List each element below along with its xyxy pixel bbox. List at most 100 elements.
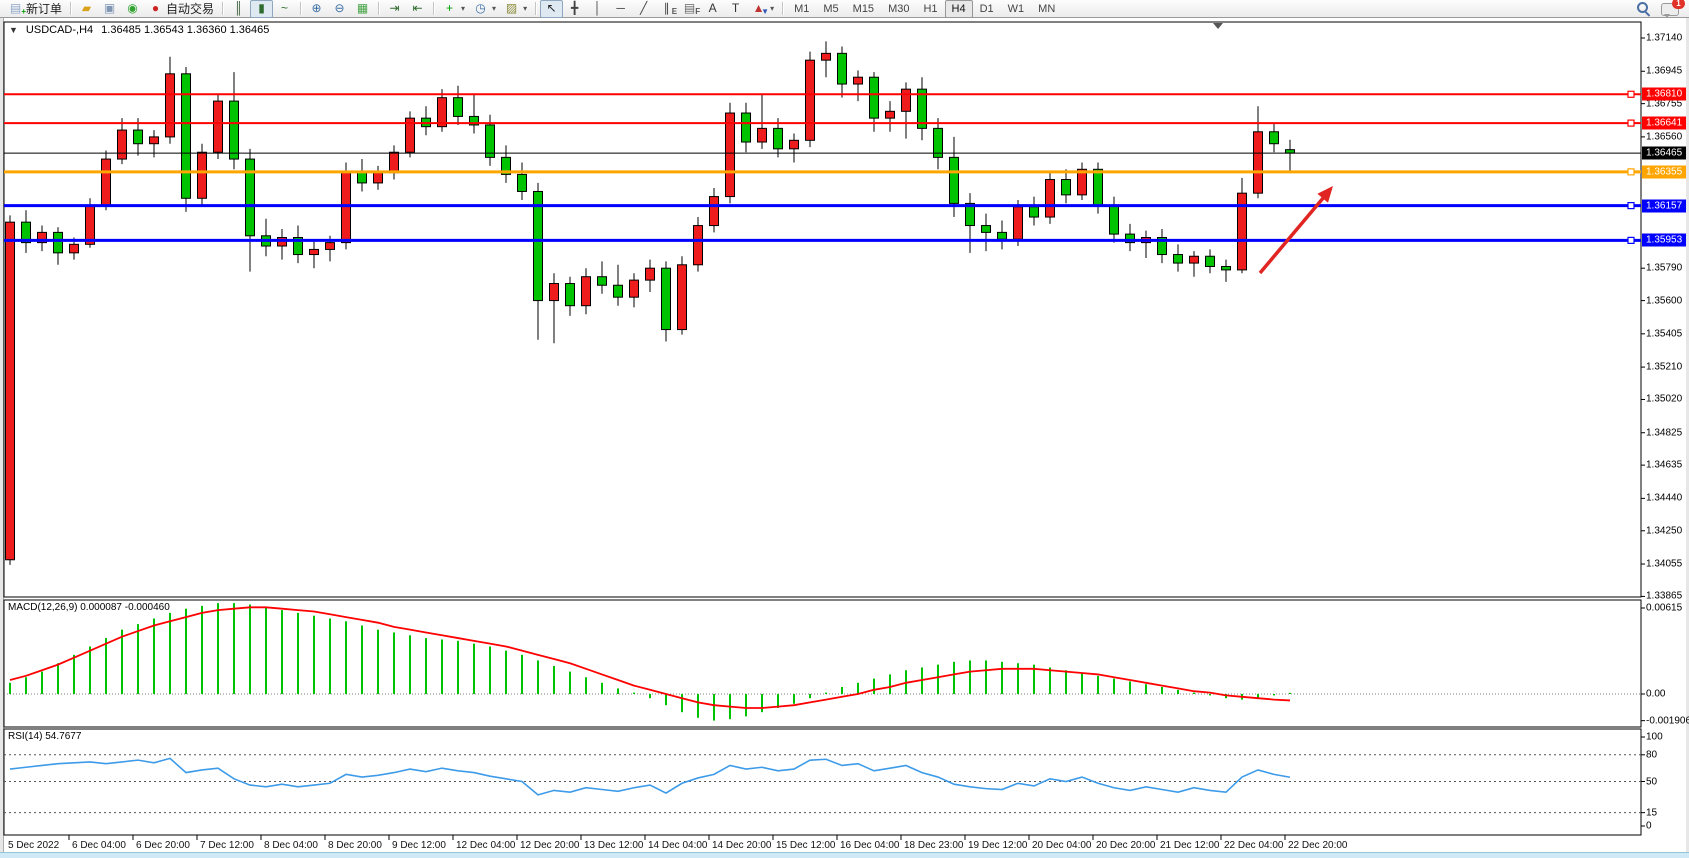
candle-body [1222, 266, 1231, 269]
candle-body [678, 265, 687, 330]
time-axis-label: 20 Dec 04:00 [1032, 840, 1092, 851]
candle-body [534, 191, 543, 300]
candle-body [902, 89, 911, 111]
time-axis-label: 12 Dec 20:00 [520, 840, 580, 851]
candle-body [518, 174, 527, 191]
candle-body [214, 101, 223, 152]
price-level-tag: 1.36641 [1642, 117, 1686, 130]
time-axis-label: 21 Dec 12:00 [1160, 840, 1220, 851]
candle-body [230, 101, 239, 159]
candle-body [694, 226, 703, 265]
candle-body [998, 232, 1007, 239]
candle-body [1110, 205, 1119, 234]
candle-body [646, 268, 655, 280]
price-axis-label: 1.33865 [1646, 591, 1682, 602]
chart-canvas[interactable] [0, 0, 1689, 858]
candle-body [182, 74, 191, 198]
macd-axis-label: 0.00 [1646, 689, 1665, 700]
price-axis-label: 1.35790 [1646, 263, 1682, 274]
candle-body [1286, 150, 1295, 153]
candle-body [870, 77, 879, 118]
candle-body [54, 232, 63, 252]
candle-body [1206, 256, 1215, 266]
chart-symbol-period: USDCAD-,H4 [26, 24, 93, 36]
chart-expander-icon[interactable]: ▼ [9, 25, 18, 35]
candle-body [710, 197, 719, 226]
rsi-label: RSI(14) 54.7677 [8, 731, 81, 742]
macd-label: MACD(12,26,9) 0.000087 -0.000460 [8, 602, 170, 613]
time-axis-label: 8 Dec 20:00 [328, 840, 382, 851]
time-axis-label: 22 Dec 20:00 [1288, 840, 1348, 851]
time-axis-label: 14 Dec 04:00 [648, 840, 708, 851]
price-axis-label: 1.34440 [1646, 493, 1682, 504]
candle-body [758, 128, 767, 142]
rsi-axis-label: 80 [1646, 749, 1657, 760]
candle-body [1046, 180, 1055, 218]
macd-axis-label: 0.00615 [1646, 602, 1682, 613]
candle-body [1094, 169, 1103, 205]
chart-title: ▼ USDCAD-,H4 1.36485 1.36543 1.36360 1.3… [9, 24, 269, 36]
time-axis-label: 5 Dec 2022 [8, 840, 59, 851]
candle-body [1254, 132, 1263, 193]
candle-body [166, 74, 175, 137]
hline-handle[interactable] [1628, 91, 1634, 97]
candle-body [454, 98, 463, 117]
time-axis-label: 20 Dec 20:00 [1096, 840, 1156, 851]
candle-body [854, 77, 863, 84]
window-bottom-edge [0, 852, 1689, 858]
price-axis-label: 1.34250 [1646, 525, 1682, 536]
hline-handle[interactable] [1628, 169, 1634, 175]
candle-body [662, 268, 671, 329]
hline-handle[interactable] [1628, 237, 1634, 243]
candle-body [1174, 255, 1183, 264]
candle-body [550, 284, 559, 301]
price-axis-label: 1.35405 [1646, 328, 1682, 339]
time-axis-label: 9 Dec 12:00 [392, 840, 446, 851]
candle-body [822, 53, 831, 60]
candle-body [774, 128, 783, 148]
candle-body [326, 243, 335, 250]
time-axis-label: 6 Dec 20:00 [136, 840, 190, 851]
price-axis-label: 1.35210 [1646, 362, 1682, 373]
time-axis-label: 22 Dec 04:00 [1224, 840, 1284, 851]
candle-body [790, 140, 799, 149]
candle-body [310, 249, 319, 254]
candle-body [806, 60, 815, 140]
rsi-axis-label: 0 [1646, 821, 1652, 832]
candle-body [582, 277, 591, 306]
candle-body [374, 173, 383, 183]
main-pane[interactable] [4, 22, 1641, 597]
candle-body [1062, 180, 1071, 195]
price-level-tag: 1.35953 [1642, 234, 1686, 247]
candle-body [86, 205, 95, 244]
price-axis-label: 1.34825 [1646, 427, 1682, 438]
candle-body [150, 137, 159, 144]
time-axis-label: 12 Dec 04:00 [456, 840, 516, 851]
candle-body [6, 222, 15, 560]
time-axis-label: 18 Dec 23:00 [904, 840, 964, 851]
candle-body [1270, 132, 1279, 144]
candle-body [70, 244, 79, 253]
time-axis-label: 13 Dec 12:00 [584, 840, 644, 851]
rsi-axis-label: 100 [1646, 732, 1663, 743]
hline-handle[interactable] [1628, 203, 1634, 209]
price-axis-label: 1.36560 [1646, 131, 1682, 142]
candle-body [742, 113, 751, 142]
candle-body [566, 284, 575, 306]
chart-ohlc-values: 1.36485 1.36543 1.36360 1.36465 [101, 24, 269, 36]
time-axis-label: 16 Dec 04:00 [840, 840, 900, 851]
candle-body [630, 280, 639, 297]
current-price-tag: 1.36465 [1642, 147, 1686, 160]
candle-body [198, 152, 207, 198]
price-axis-label: 1.35600 [1646, 295, 1682, 306]
candle-body [838, 53, 847, 84]
time-axis-label: 8 Dec 04:00 [264, 840, 318, 851]
candle-body [1030, 207, 1039, 217]
price-level-tag: 1.36810 [1642, 88, 1686, 101]
candle-body [982, 226, 991, 233]
price-level-tag: 1.36355 [1642, 165, 1686, 178]
time-axis-label: 7 Dec 12:00 [200, 840, 254, 851]
price-level-tag: 1.36157 [1642, 199, 1686, 212]
hline-handle[interactable] [1628, 120, 1634, 126]
rsi-axis-label: 50 [1646, 776, 1657, 787]
